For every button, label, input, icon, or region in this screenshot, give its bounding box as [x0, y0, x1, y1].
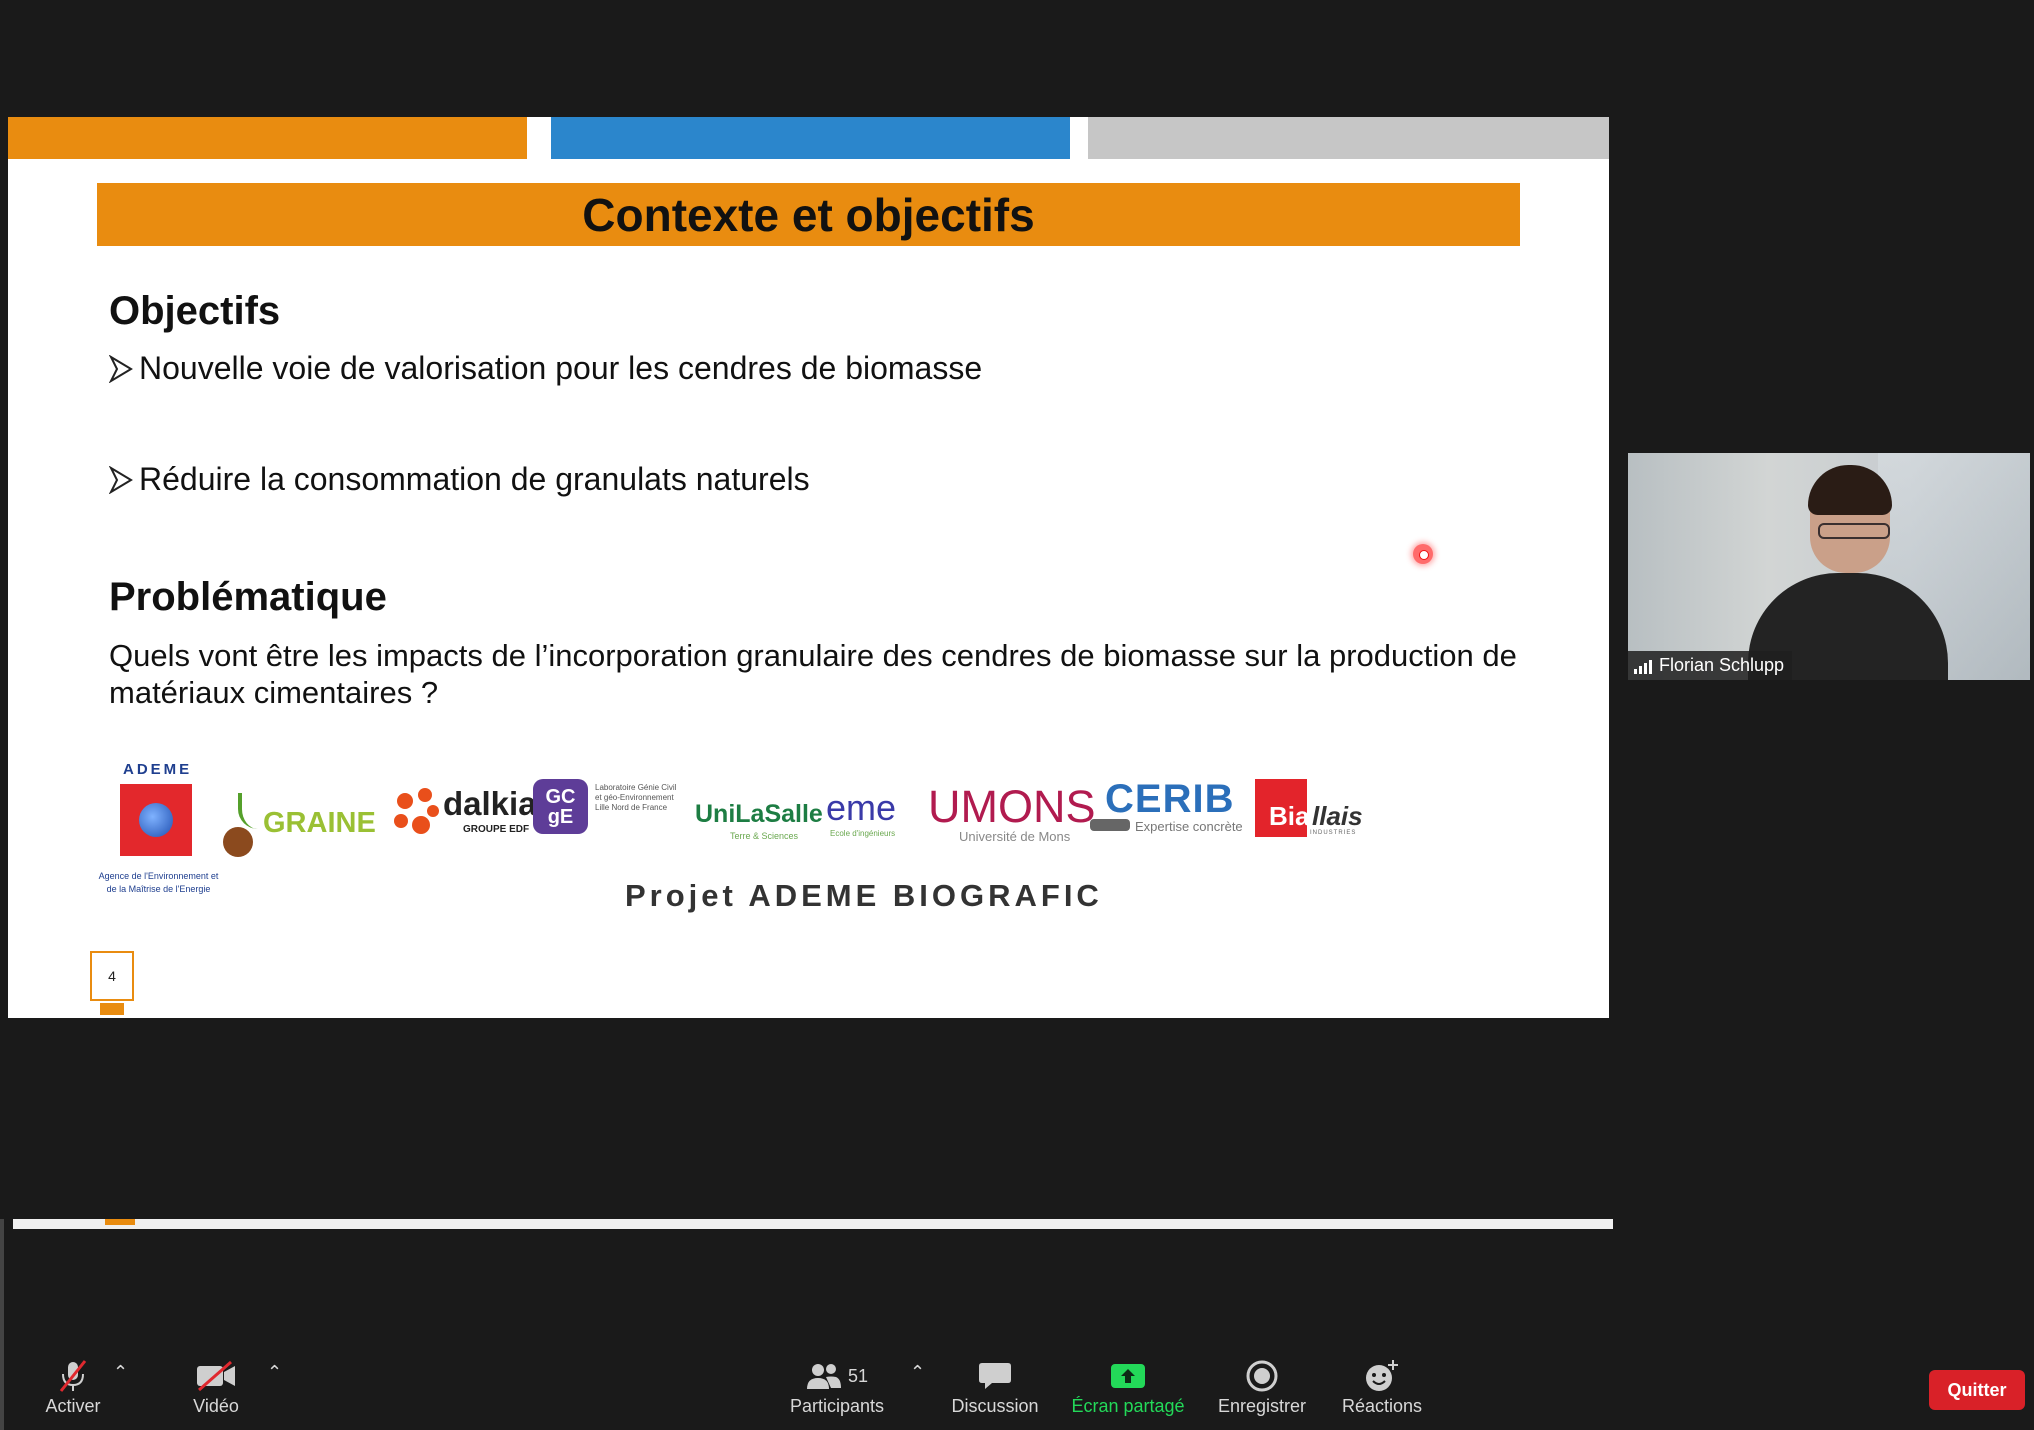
participant-video[interactable]: [1628, 453, 2030, 680]
unmute-label: Activer: [45, 1396, 101, 1416]
cerib-logo-subtitle: Expertise concrète: [1135, 819, 1243, 834]
reactions-button[interactable]: Réactions: [1338, 1356, 1426, 1417]
eme-logo: eme: [826, 787, 897, 828]
lgcge-logo: GC gE: [533, 779, 588, 834]
biallais-logo-red-text: Bia: [1269, 801, 1310, 831]
header-band-gray: [1088, 117, 1609, 159]
participant-name: Florian Schlupp: [1659, 655, 1785, 675]
bullet-text: Nouvelle voie de valorisation pour les c…: [139, 350, 983, 386]
window-edge: [0, 1219, 4, 1430]
bullet-item: Réduire la consommation de granulats nat…: [109, 461, 810, 498]
slide-title: Contexte et objectifs: [582, 188, 1035, 241]
ademe-logo-subtitle: Agence de l'Environnement et de la Maîtr…: [98, 871, 219, 894]
header-band-orange: [8, 117, 527, 159]
chat-bubble-icon: [978, 1356, 1012, 1396]
project-name: Projet ADEME BIOGRAFIC: [625, 878, 1103, 913]
share-screen-icon: [1110, 1356, 1146, 1396]
participants-count: 51: [847, 1365, 869, 1386]
problem-heading: Problématique: [109, 575, 387, 619]
graine-logo: GRAINE: [263, 807, 376, 839]
audio-options-caret-icon[interactable]: ⌃: [113, 1362, 128, 1383]
record-icon: [1245, 1356, 1279, 1396]
ademe-logo-text: ADEME: [123, 761, 193, 778]
globe-icon: [139, 803, 173, 837]
bullet-arrow-icon: [109, 465, 133, 494]
share-screen-label: Écran partagé: [1071, 1396, 1185, 1416]
objectives-heading: Objectifs: [109, 289, 281, 333]
shared-screen-edge: [13, 1219, 1613, 1229]
unilasalle-logo: UniLaSalle: [695, 800, 823, 828]
participants-button[interactable]: 51 Participants: [782, 1356, 892, 1417]
microphone-muted-icon: [56, 1356, 90, 1396]
signal-strength-icon: [1634, 658, 1652, 674]
lgcge-logo-text: Laboratoire Génie Civil et géo-Environne…: [595, 783, 677, 812]
participants-label: Participants: [789, 1396, 885, 1416]
camera-off-icon: [195, 1356, 237, 1396]
sprout-icon: [238, 793, 262, 829]
laser-pointer-icon: [1413, 544, 1433, 564]
unilasalle-logo-subtitle: Terre & Sciences: [730, 831, 799, 841]
cerib-logo: CERIB: [1105, 777, 1235, 821]
seed-icon: [223, 827, 253, 857]
bullet-item: Nouvelle voie de valorisation pour les c…: [109, 350, 982, 387]
cerib-bar-icon: [1090, 819, 1130, 831]
header-band-blue: [551, 117, 1070, 159]
participant-name-tag: Florian Schlupp: [1628, 651, 1793, 680]
problem-question: Quels vont être les impacts de l’incorpo…: [109, 638, 1517, 710]
biallais-logo-subtitle: INDUSTRIES: [1310, 830, 1357, 836]
eme-logo-subtitle: Ecole d'ingénieurs: [830, 829, 896, 838]
leave-meeting-button[interactable]: Quitter: [1929, 1370, 2025, 1410]
emoji-add-icon: [1364, 1356, 1400, 1396]
participants-icon: [806, 1364, 841, 1389]
shared-slide: Contexte et objectifs Objectifs Nouvelle…: [8, 117, 1609, 1018]
umons-logo-subtitle: Université de Mons: [959, 829, 1071, 844]
ademe-logo: [120, 784, 192, 856]
bullet-arrow-icon: [109, 354, 133, 383]
slide-page-number: 4: [90, 951, 134, 1015]
dalkia-flower-icon: [394, 788, 439, 834]
chat-button[interactable]: Discussion: [946, 1356, 1044, 1417]
unmute-button[interactable]: Activer: [38, 1356, 108, 1417]
dalkia-logo: dalkia: [443, 785, 537, 822]
record-label: Enregistrer: [1217, 1396, 1307, 1416]
slide-title-bar: Contexte et objectifs: [97, 183, 1520, 246]
chat-label: Discussion: [951, 1396, 1039, 1416]
umons-logo: UMONS: [928, 781, 1096, 832]
video-label: Vidéo: [193, 1396, 239, 1416]
reactions-label: Réactions: [1341, 1396, 1423, 1416]
video-button[interactable]: Vidéo: [181, 1356, 251, 1417]
dalkia-logo-subtitle: GROUPE EDF: [463, 824, 530, 835]
video-options-caret-icon[interactable]: ⌃: [267, 1362, 282, 1383]
glasses-icon: [1818, 523, 1890, 539]
record-button[interactable]: Enregistrer: [1212, 1356, 1312, 1417]
biallais-logo-text: llais: [1312, 801, 1363, 831]
bullet-text: Réduire la consommation de granulats nat…: [139, 461, 810, 497]
share-screen-button[interactable]: Écran partagé: [1066, 1356, 1190, 1417]
participants-options-caret-icon[interactable]: ⌃: [910, 1362, 925, 1383]
